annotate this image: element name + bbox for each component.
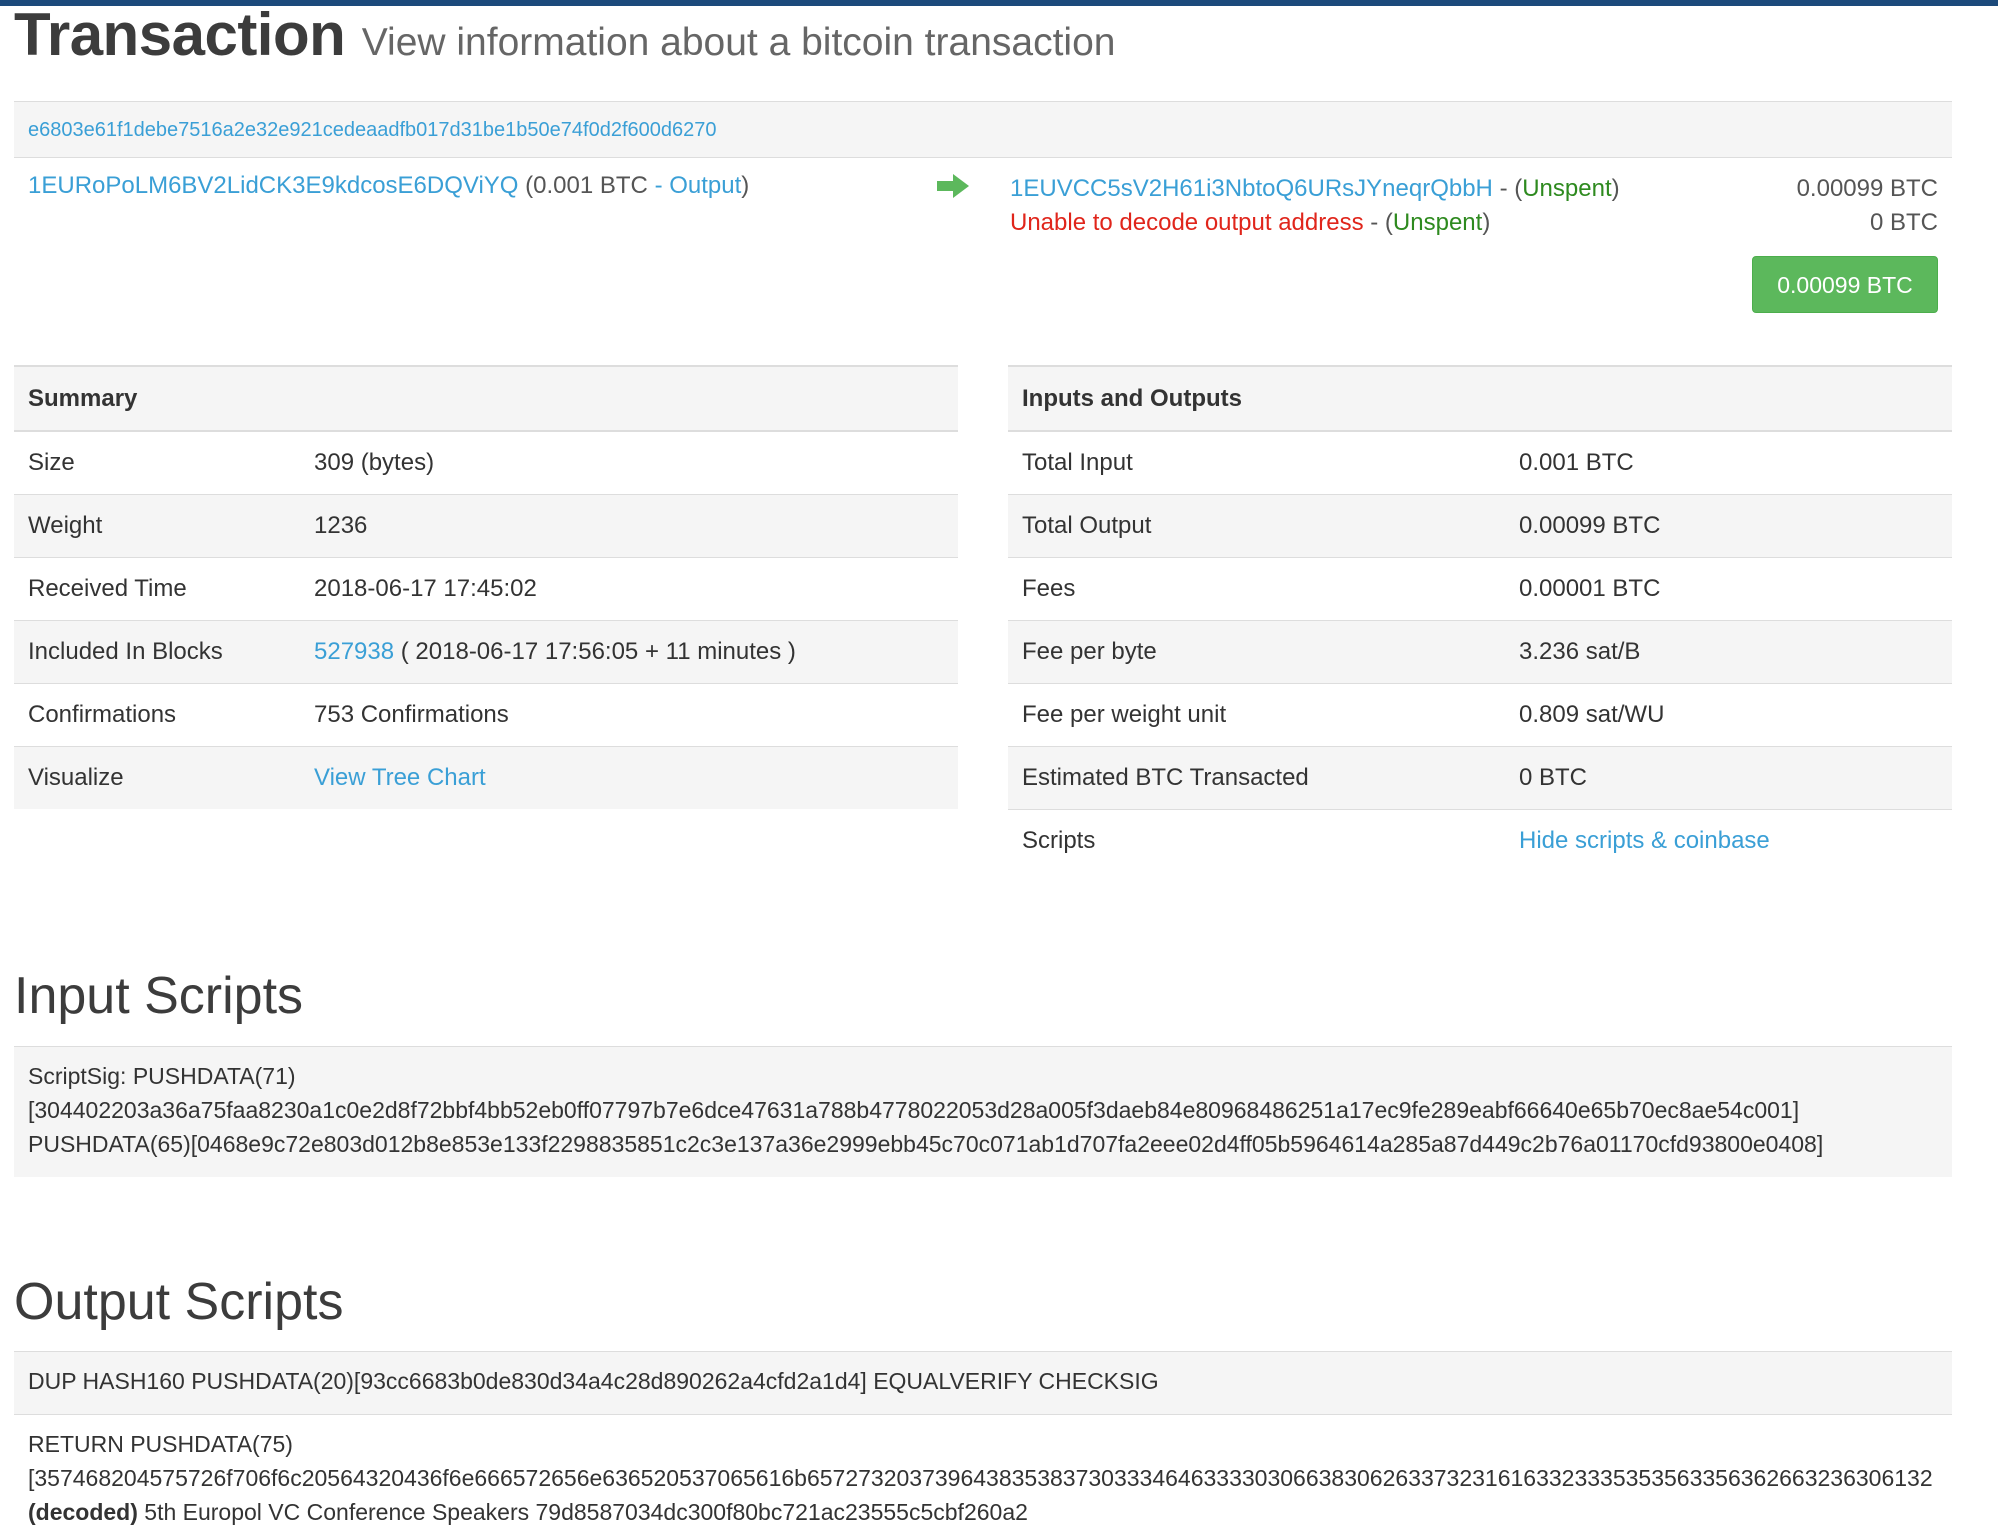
script-line: RETURN PUSHDATA(75) bbox=[28, 1431, 293, 1457]
script-line: DUP HASH160 PUSHDATA(20)[93cc6683b0de830… bbox=[28, 1368, 1159, 1394]
output-status: Unspent bbox=[1392, 209, 1483, 236]
transaction-hash-row: e6803e61f1debe7516a2e32e921cedeaadfb017d… bbox=[14, 101, 1952, 158]
transaction-hash-link[interactable]: e6803e61f1debe7516a2e32e921cedeaadfb017d… bbox=[28, 119, 717, 141]
output-address-link[interactable]: 1EUVCC5sV2H61i3NbtoQ6URsJYneqrQbbH bbox=[1010, 175, 1493, 202]
page-subtitle: View information about a bitcoin transac… bbox=[361, 21, 1116, 64]
page-title: Transaction bbox=[14, 1, 346, 68]
decoded-label: (decoded) bbox=[28, 1499, 138, 1525]
received-time-value: 2018-06-17 17:45:02 bbox=[300, 557, 958, 621]
input-separator: - bbox=[654, 172, 663, 199]
scripts-value: Hide scripts & coinbase bbox=[1505, 810, 1952, 873]
input-close-paren: ) bbox=[741, 172, 750, 199]
total-output-label: Total Output bbox=[1008, 494, 1505, 558]
received-time-label: Received Time bbox=[14, 557, 300, 621]
input-scripts-heading: Input Scripts bbox=[14, 967, 304, 1025]
hide-scripts-link[interactable]: Hide scripts & coinbase bbox=[1519, 827, 1770, 854]
estimated-btc-value: 0 BTC bbox=[1505, 746, 1952, 810]
input-amount: 0.001 BTC bbox=[533, 172, 648, 199]
confirmations-label: Confirmations bbox=[14, 683, 300, 747]
total-input-label: Total Input bbox=[1008, 431, 1505, 495]
output-close: ) bbox=[1482, 209, 1491, 236]
output-script-box: RETURN PUSHDATA(75) [357468204575726f706… bbox=[14, 1414, 1952, 1532]
estimated-btc-label: Estimated BTC Transacted bbox=[1008, 746, 1505, 810]
tx-outputs: 1EUVCC5sV2H61i3NbtoQ6URsJYneqrQbbH - (Un… bbox=[1010, 172, 1938, 240]
output-amount: 0 BTC bbox=[1869, 209, 1938, 236]
decoded-line: (decoded) 5th Europol VC Conference Spea… bbox=[28, 1495, 1938, 1529]
output-row: Unable to decode output address - (Unspe… bbox=[1010, 206, 1938, 240]
input-address-link[interactable]: 1EURoPoLM6BV2LidCK3E9kdcosE6DQViYQ bbox=[28, 172, 518, 199]
weight-label: Weight bbox=[14, 494, 300, 558]
size-value: 309 (bytes) bbox=[300, 431, 958, 495]
included-blocks-label: Included In Blocks bbox=[14, 620, 300, 684]
total-output-button[interactable]: 0.00099 BTC bbox=[1752, 256, 1938, 313]
block-time: ( 2018-06-17 17:56:05 + 11 minutes ) bbox=[400, 638, 796, 665]
inputs-outputs-heading: Inputs and Outputs bbox=[1008, 365, 1952, 432]
output-status: Unspent bbox=[1522, 175, 1612, 202]
summary-table: Summary Size 309 (bytes) Weight 1236 Rec… bbox=[14, 365, 958, 809]
output-separator: - ( bbox=[1370, 209, 1393, 236]
output-scripts-heading: Output Scripts bbox=[14, 1273, 344, 1331]
fee-per-weight-value: 0.809 sat/WU bbox=[1505, 683, 1952, 747]
output-script-box: DUP HASH160 PUSHDATA(20)[93cc6683b0de830… bbox=[14, 1351, 1952, 1414]
arrow-right-icon bbox=[937, 174, 969, 198]
output-close: ) bbox=[1611, 175, 1620, 202]
page-header: Transaction View information about a bit… bbox=[14, 0, 1115, 69]
output-row: 1EUVCC5sV2H61i3NbtoQ6URsJYneqrQbbH - (Un… bbox=[1010, 172, 1938, 206]
fee-per-weight-label: Fee per weight unit bbox=[1008, 683, 1505, 747]
input-script-box: ScriptSig: PUSHDATA(71) [304402203a36a75… bbox=[14, 1046, 1952, 1177]
confirmations-value: 753 Confirmations bbox=[300, 683, 958, 747]
included-blocks-value: 527938 ( 2018-06-17 17:56:05 + 11 minute… bbox=[300, 620, 958, 684]
transaction-io: 1EURoPoLM6BV2LidCK3E9kdcosE6DQViYQ (0.00… bbox=[14, 158, 1952, 318]
block-link[interactable]: 527938 bbox=[314, 638, 394, 665]
tx-input: 1EURoPoLM6BV2LidCK3E9kdcosE6DQViYQ (0.00… bbox=[28, 172, 749, 200]
script-line: [304402203a36a75faa8230a1c0e2d8f72bbf4bb… bbox=[28, 1097, 1800, 1123]
total-input-value: 0.001 BTC bbox=[1505, 431, 1952, 495]
fee-per-byte-label: Fee per byte bbox=[1008, 620, 1505, 684]
summary-heading: Summary bbox=[14, 365, 958, 432]
decoded-text: 5th Europol VC Conference Speakers 79d85… bbox=[144, 1499, 1028, 1525]
output-amount: 0.00099 BTC bbox=[1796, 175, 1938, 202]
script-line: ScriptSig: PUSHDATA(71) bbox=[28, 1063, 296, 1089]
visualize-value: View Tree Chart bbox=[300, 746, 958, 809]
inputs-outputs-table: Inputs and Outputs Total Input 0.001 BTC… bbox=[1008, 365, 1952, 872]
script-line: PUSHDATA(65)[0468e9c72e803d012b8e853e133… bbox=[28, 1131, 1824, 1157]
visualize-label: Visualize bbox=[14, 746, 300, 809]
input-output-link[interactable]: Output bbox=[669, 172, 741, 199]
view-tree-chart-link[interactable]: View Tree Chart bbox=[314, 764, 486, 791]
output-separator: - ( bbox=[1499, 175, 1523, 202]
weight-value: 1236 bbox=[300, 494, 958, 558]
output-decode-error: Unable to decode output address bbox=[1010, 209, 1364, 236]
input-open-paren: ( bbox=[525, 172, 534, 199]
fee-per-byte-value: 3.236 sat/B bbox=[1505, 620, 1952, 684]
total-output-value: 0.00099 BTC bbox=[1505, 494, 1952, 558]
scripts-label: Scripts bbox=[1022, 827, 1096, 854]
size-label: Size bbox=[14, 431, 300, 495]
script-line: [357468204575726f706f6c20564320436f6e666… bbox=[28, 1465, 1933, 1491]
fees-value: 0.00001 BTC bbox=[1505, 557, 1952, 621]
fees-label: Fees bbox=[1008, 557, 1505, 621]
